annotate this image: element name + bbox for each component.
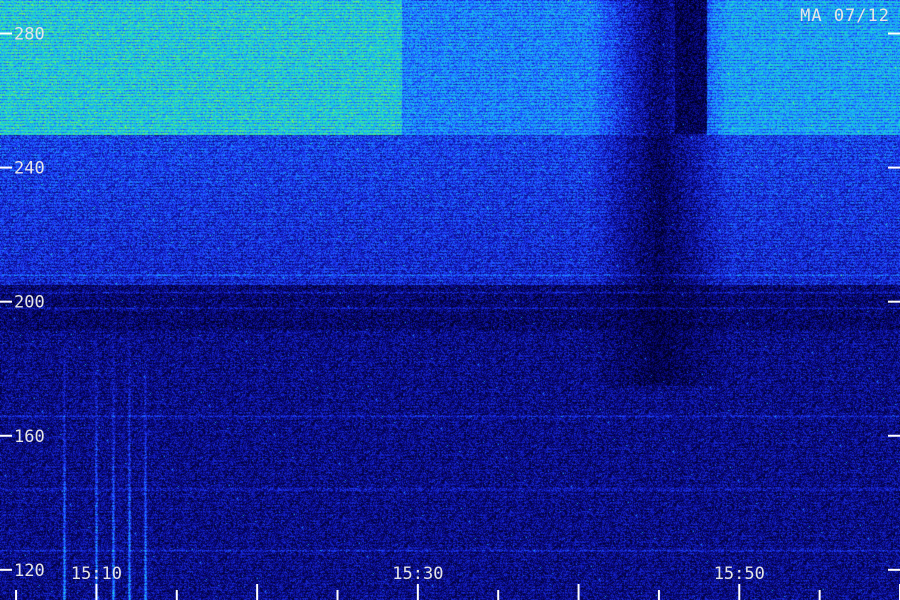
y-tick-label: 120 bbox=[14, 561, 45, 581]
x-tick-label: 15:10 bbox=[71, 564, 122, 584]
y-tick-label: 160 bbox=[14, 427, 45, 447]
y-tick-label: 280 bbox=[14, 25, 45, 45]
axis-overlay: 120 160 200 240 280 15:10 15:30 15:50 bbox=[0, 25, 900, 600]
x-tick-label: 15:50 bbox=[714, 564, 765, 584]
station-date-stamp: MA 07/12 bbox=[800, 6, 890, 26]
y-tick-label: 240 bbox=[14, 159, 45, 179]
x-tick-label: 15:30 bbox=[392, 564, 443, 584]
y-tick-label: 200 bbox=[14, 293, 45, 313]
